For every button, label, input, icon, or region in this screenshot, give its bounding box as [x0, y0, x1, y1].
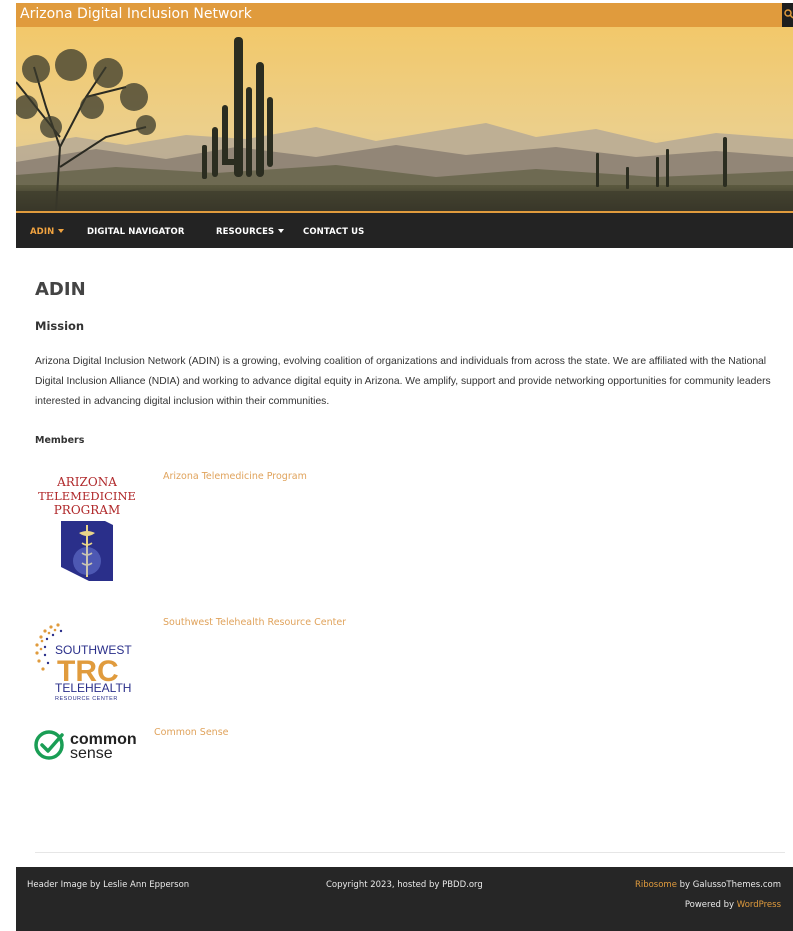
footer-theme-credit: Ribosome by GalussoThemes.com — [635, 880, 781, 890]
logo-line: sense — [70, 745, 113, 762]
wordpress-link[interactable]: WordPress — [737, 900, 781, 910]
arizona-telemedicine-logo-image: ARIZONA TELEMEDICINE PROGRAM — [38, 475, 136, 581]
members-heading: Members — [35, 435, 85, 446]
site-footer: Header Image by Leslie Ann Epperson Copy… — [16, 867, 793, 931]
member-link-arizona-telemedicine[interactable]: Arizona Telemedicine Program — [163, 471, 307, 482]
site-title[interactable]: Arizona Digital Inclusion Network — [20, 6, 252, 22]
header-image — [16, 27, 793, 211]
footer-copyright: Copyright 2023, hosted by PBDD.org — [326, 880, 483, 890]
page: Arizona Digital Inclusion Network ADIN D… — [16, 3, 793, 931]
nav-item-label: CONTACT US — [303, 227, 365, 237]
footer-powered-by: Powered by WordPress — [685, 900, 781, 910]
mission-heading: Mission — [35, 319, 85, 333]
chevron-down-icon — [58, 229, 65, 233]
common-sense-logo-image: common sense — [34, 730, 137, 762]
ribosome-link[interactable]: Ribosome — [635, 880, 677, 890]
main-navigation: ADIN DIGITAL NAVIGATOR RESOURCES CONTACT… — [16, 211, 793, 248]
nav-item-contact-us[interactable]: CONTACT US — [303, 227, 364, 237]
nav-item-label: ADIN — [30, 227, 55, 237]
logo-line: ARIZONA — [56, 475, 117, 489]
southwest-trc-logo[interactable]: SOUTHWEST TRC TELEHEALTH RESOURCE CENTER — [33, 621, 141, 703]
search-icon — [784, 9, 793, 19]
nav-item-digital-navigator[interactable]: DIGITAL NAVIGATOR — [87, 227, 184, 237]
site-header-bar: Arizona Digital Inclusion Network — [16, 3, 782, 27]
common-sense-logo[interactable]: common sense — [34, 725, 142, 765]
chevron-down-icon — [278, 229, 285, 233]
footer-image-credit: Header Image by Leslie Ann Epperson — [27, 880, 190, 890]
nav-item-label: DIGITAL NAVIGATOR — [87, 227, 185, 237]
arizona-telemedicine-logo[interactable]: ARIZONA TELEMEDICINE PROGRAM — [35, 473, 139, 583]
search-button[interactable] — [782, 3, 793, 27]
nav-item-resources[interactable]: RESOURCES — [216, 227, 285, 237]
logo-line: PROGRAM — [54, 503, 121, 517]
content-divider — [35, 852, 785, 853]
logo-line: RESOURCE CENTER — [55, 696, 118, 702]
page-title: ADIN — [35, 279, 86, 300]
nav-item-label: RESOURCES — [216, 227, 275, 237]
desert-landscape-image — [16, 27, 793, 211]
logo-line: TELEMEDICINE — [38, 489, 136, 503]
nav-item-adin[interactable]: ADIN — [30, 227, 65, 237]
member-link-common-sense[interactable]: Common Sense — [154, 727, 229, 738]
southwest-trc-logo-image: SOUTHWEST TRC TELEHEALTH RESOURCE CENTER — [35, 623, 132, 702]
logo-line: TELEHEALTH — [55, 681, 131, 695]
footer-theme-by: by GalussoThemes.com — [676, 880, 781, 890]
member-link-southwest-trc[interactable]: Southwest Telehealth Resource Center — [163, 617, 346, 628]
footer-powered-label: Powered by — [684, 900, 737, 910]
mission-text: Arizona Digital Inclusion Network (ADIN)… — [35, 356, 771, 407]
